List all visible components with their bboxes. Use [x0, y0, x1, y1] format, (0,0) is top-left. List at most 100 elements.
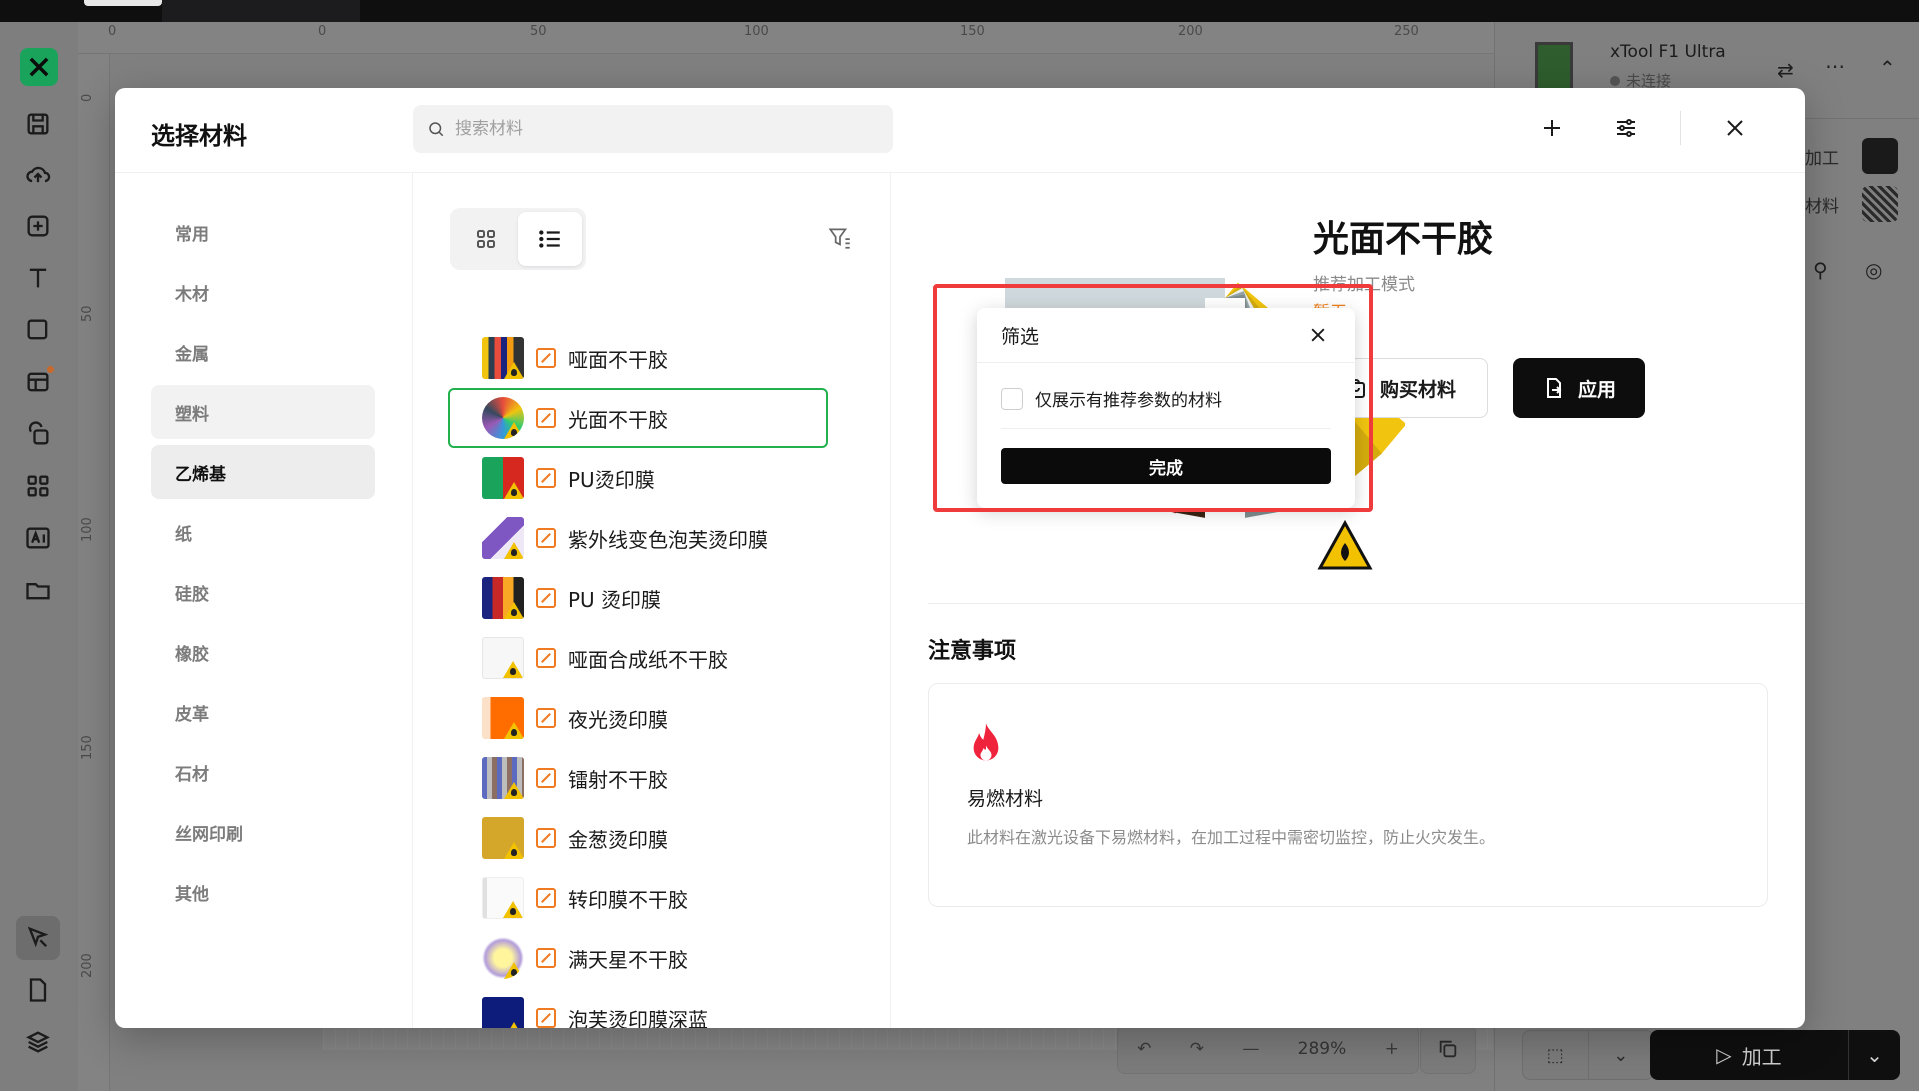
text-icon[interactable] [16, 256, 60, 300]
cloud-upload-icon[interactable] [16, 152, 60, 196]
material-name: 光面不干胶 [568, 407, 668, 432]
material-thumbnail [482, 337, 524, 379]
zoom-in-button[interactable]: + [1385, 1039, 1399, 1059]
material-thumbnail [482, 517, 524, 559]
material-item[interactable]: 夜光烫印膜 [448, 688, 828, 748]
search-box[interactable] [413, 105, 893, 153]
status-dot-icon [1610, 75, 1620, 86]
filter-button[interactable] [823, 221, 857, 255]
folder-icon[interactable] [16, 568, 60, 612]
category-item[interactable]: 纸 [151, 505, 375, 559]
search-input[interactable] [455, 119, 875, 139]
no-params-icon [536, 528, 556, 548]
align-icon[interactable]: ⚲ [1813, 258, 1828, 282]
category-item-selected[interactable]: 乙烯基 [151, 445, 375, 499]
material-name: 夜光烫印膜 [568, 707, 668, 732]
copy-shapes-icon[interactable] [16, 412, 60, 456]
close-icon [1311, 328, 1325, 342]
category-item[interactable]: 塑料 [151, 385, 375, 439]
pen-icon[interactable] [16, 916, 60, 960]
list-view-button[interactable] [518, 212, 582, 266]
apply-label: 应用 [1577, 378, 1616, 401]
grid-view-button[interactable] [454, 212, 518, 266]
process-mode-icon[interactable] [1862, 138, 1898, 174]
no-params-icon [536, 348, 556, 368]
redo-icon[interactable]: ↷ [1190, 1039, 1204, 1059]
duplicate-icon[interactable] [1420, 1024, 1476, 1074]
settings-button[interactable] [1606, 108, 1646, 148]
collapse-icon[interactable]: ⌃ [1879, 56, 1896, 80]
save-icon[interactable] [16, 102, 60, 146]
switch-device-icon[interactable]: ⇄ [1777, 58, 1794, 82]
close-icon [1727, 120, 1743, 136]
category-item[interactable]: 常用 [151, 205, 375, 259]
category-item[interactable]: 丝网印刷 [151, 805, 375, 859]
ai-icon[interactable] [16, 516, 60, 560]
frame-icon[interactable]: ⬚ [1523, 1031, 1588, 1079]
no-params-icon [536, 828, 556, 848]
close-dialog-button[interactable] [1715, 108, 1755, 148]
apps-icon[interactable] [16, 464, 60, 508]
more-icon[interactable]: ⋯ [1825, 54, 1845, 78]
category-item[interactable]: 橡胶 [151, 625, 375, 679]
apply-icon [1546, 378, 1562, 398]
flammable-warning-icon [503, 901, 523, 918]
material-item-selected[interactable]: 光面不干胶 [448, 388, 828, 448]
material-item[interactable]: 泡芙烫印膜深蓝 [448, 988, 828, 1028]
material-item[interactable]: 紫外线变色泡芙烫印膜 [448, 508, 828, 568]
category-label: 塑料 [175, 404, 209, 425]
filter-done-button[interactable]: 完成 [1001, 448, 1331, 484]
layers-icon[interactable] [16, 1020, 60, 1064]
shape-icon[interactable] [16, 308, 60, 352]
process-button[interactable]: ▷ 加工 ⌄ [1650, 1030, 1900, 1080]
left-toolbar [0, 22, 78, 1091]
apply-button[interactable]: 应用 [1513, 358, 1645, 418]
process-dropdown-icon[interactable]: ⌄ [1848, 1030, 1900, 1080]
material-item[interactable]: 转印膜不干胶 [448, 868, 828, 928]
undo-icon[interactable]: ↶ [1137, 1039, 1151, 1059]
material-item[interactable]: PU 烫印膜 [448, 568, 828, 628]
material-label: 材料 [1805, 197, 1839, 217]
material-item[interactable]: 满天星不干胶 [448, 928, 828, 988]
add-material-button[interactable] [1532, 108, 1572, 148]
list-icon [539, 230, 560, 248]
material-thumbnail [482, 577, 524, 619]
material-dialog: 选择材料 常用 木材 金属 塑料 乙烯基 纸 硅胶 橡胶 皮革 石材 丝网印刷 … [115, 88, 1805, 1028]
recommended-only-option[interactable]: 仅展示有推荐参数的材料 [1001, 386, 1222, 411]
material-swatch-icon[interactable] [1862, 186, 1898, 222]
flame-icon [973, 723, 999, 761]
ruler-left: 0 50 100 150 200 [78, 54, 110, 1091]
add-icon[interactable] [16, 204, 60, 248]
frame-dropdown-icon[interactable]: ⌄ [1587, 1031, 1654, 1079]
filter-popover: 筛选 仅展示有推荐参数的材料 完成 [977, 308, 1355, 508]
category-item[interactable]: 石材 [151, 745, 375, 799]
category-item[interactable]: 硅胶 [151, 565, 375, 619]
category-item[interactable]: 金属 [151, 325, 375, 379]
layout-icon[interactable] [16, 360, 60, 404]
zoom-level[interactable]: 289% [1298, 1039, 1347, 1059]
category-item[interactable]: 皮革 [151, 685, 375, 739]
buy-material-label: 购买材料 [1379, 378, 1456, 401]
device-name[interactable]: xTool F1 Ultra [1610, 42, 1726, 62]
material-item[interactable]: 镭射不干胶 [448, 748, 828, 808]
no-params-icon [536, 948, 556, 968]
material-item[interactable]: PU烫印膜 [448, 448, 828, 508]
sliders-icon [1617, 119, 1635, 137]
category-item[interactable]: 其他 [151, 865, 375, 919]
recommended-only-checkbox[interactable] [1001, 387, 1023, 410]
file-icon[interactable] [16, 968, 60, 1012]
zoom-out-button[interactable]: — [1242, 1039, 1259, 1059]
camera-icon[interactable]: ◎ [1865, 258, 1882, 282]
category-item[interactable]: 木材 [151, 265, 375, 319]
ruler-tick: 50 [80, 305, 95, 322]
flammable-warning-icon [504, 962, 524, 979]
window-tab-dark[interactable] [162, 0, 360, 22]
material-item[interactable]: 哑面不干胶 [448, 328, 828, 388]
window-tab[interactable] [84, 0, 162, 6]
material-thumbnail [482, 877, 524, 919]
filter-close-button[interactable] [1303, 320, 1333, 350]
material-item[interactable]: 金葱烫印膜 [448, 808, 828, 868]
flammable-warning-icon [504, 782, 524, 799]
material-thumbnail [482, 637, 524, 679]
material-item[interactable]: 哑面合成纸不干胶 [448, 628, 828, 688]
